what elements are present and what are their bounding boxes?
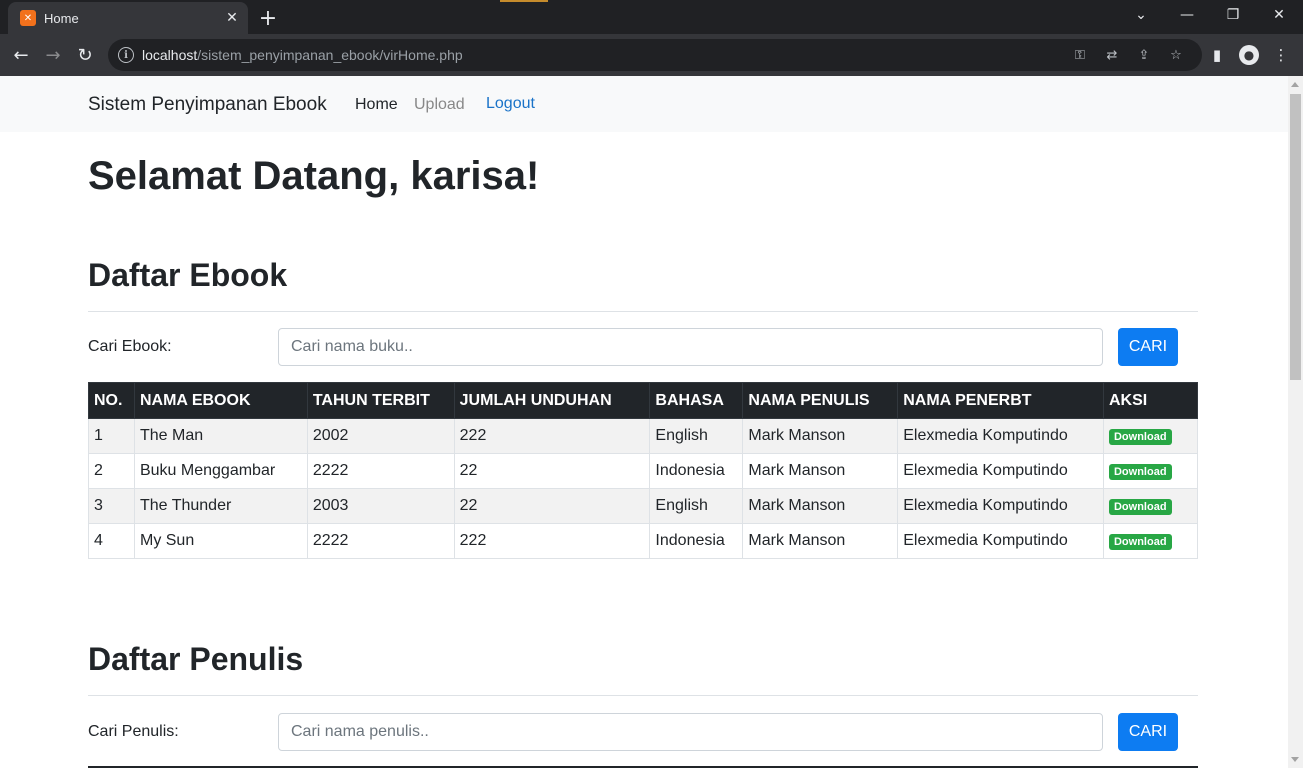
cell-tahun: 2003	[306, 488, 455, 524]
cell-aksi: Download	[1102, 453, 1199, 489]
cell-nama: Buku Menggambar	[133, 453, 308, 489]
cell-unduhan: 222	[453, 418, 651, 454]
cell-bahasa: English	[649, 418, 744, 454]
url-text: localhost/sistem_penyimpanan_ebook/virHo…	[142, 47, 463, 63]
page-viewport: Sistem Penyimpanan Ebook Home Upload Log…	[0, 76, 1288, 768]
close-tab-icon[interactable]: ✕	[222, 8, 242, 28]
cell-unduhan: 22	[453, 488, 651, 524]
table-row: 2 Buku Menggambar 2222 22 Indonesia Mark…	[88, 453, 1199, 489]
cell-penulis: Mark Manson	[742, 523, 899, 559]
cell-penerbit: Elexmedia Komputindo	[897, 488, 1104, 524]
nav-home[interactable]: Home	[355, 96, 398, 114]
cell-unduhan: 22	[453, 453, 651, 489]
translate-icon[interactable]: ⇄	[1104, 47, 1120, 63]
cell-bahasa: English	[649, 488, 744, 524]
column-header: TAHUN TERBIT	[306, 382, 455, 419]
share-icon[interactable]: ⇪	[1136, 47, 1152, 63]
cell-nama: The Man	[133, 418, 308, 454]
profile-icon[interactable]: ●	[1239, 45, 1259, 65]
column-header: NAMA EBOOK	[133, 382, 308, 419]
ebook-search-button[interactable]: CARI	[1118, 328, 1178, 366]
bookmark-star-icon[interactable]: ☆	[1168, 47, 1184, 63]
cell-aksi: Download	[1102, 488, 1199, 524]
table-row: 4 My Sun 2222 222 Indonesia Mark Manson …	[88, 523, 1199, 559]
column-header: JUMLAH UNDUHAN	[453, 382, 651, 419]
browser-tab-bar: ✕ Home ✕ + ⌄ — ❐ ✕	[0, 0, 1303, 34]
download-button[interactable]: Download	[1108, 464, 1172, 480]
scroll-down-arrow-icon[interactable]	[1291, 757, 1299, 762]
cell-no: 1	[88, 418, 135, 454]
penulis-search-label: Cari Penulis:	[88, 723, 179, 740]
download-button[interactable]: Download	[1108, 429, 1172, 445]
column-header: NAMA PENULIS	[742, 382, 899, 419]
tab-strip-accent	[500, 0, 548, 2]
column-header: AKSI	[1102, 382, 1199, 419]
key-icon[interactable]: ⚿	[1072, 47, 1088, 63]
nav-logout[interactable]: Logout	[486, 95, 535, 113]
divider	[88, 695, 1198, 696]
table-row: 3 The Thunder 2003 22 English Mark Manso…	[88, 488, 1199, 524]
cell-tahun: 2222	[306, 453, 455, 489]
browser-toolbar: ← → ↻ i localhost/sistem_penyimpanan_ebo…	[0, 34, 1303, 76]
cell-aksi: Download	[1102, 523, 1199, 559]
table-row: 1 The Man 2002 222 English Mark Manson E…	[88, 418, 1199, 454]
cell-aksi: Download	[1102, 418, 1199, 454]
tab-search-icon[interactable]: ⌄	[1118, 0, 1164, 30]
navbar-brand[interactable]: Sistem Penyimpanan Ebook	[88, 94, 327, 116]
cell-no: 4	[88, 523, 135, 559]
table-header-row: NO. NAMA EBOOK TAHUN TERBIT JUMLAH UNDUH…	[88, 382, 1199, 419]
cell-penulis: Mark Manson	[742, 488, 899, 524]
back-icon[interactable]: ←	[8, 42, 34, 68]
ebook-search-label: Cari Ebook:	[88, 338, 172, 355]
cell-bahasa: Indonesia	[649, 523, 744, 559]
cell-tahun: 2222	[306, 523, 455, 559]
cell-tahun: 2002	[306, 418, 455, 454]
divider	[88, 311, 1198, 312]
scroll-thumb[interactable]	[1290, 94, 1301, 380]
restore-icon[interactable]: ❐	[1210, 0, 1256, 30]
forward-icon[interactable]: →	[40, 42, 66, 68]
column-header: NAMA PENERBT	[897, 382, 1104, 419]
cell-penerbit: Elexmedia Komputindo	[897, 453, 1104, 489]
ebook-section-title: Daftar Ebook	[88, 257, 288, 293]
cell-no: 3	[88, 488, 135, 524]
penulis-section-title: Daftar Penulis	[88, 641, 304, 677]
page-scrollbar[interactable]	[1288, 76, 1303, 768]
new-tab-icon[interactable]: +	[256, 6, 280, 31]
download-button[interactable]: Download	[1108, 534, 1172, 550]
penulis-search-button[interactable]: CARI	[1118, 713, 1178, 751]
cell-penerbit: Elexmedia Komputindo	[897, 523, 1104, 559]
ebook-search-input[interactable]	[278, 328, 1103, 366]
ebook-table: NO. NAMA EBOOK TAHUN TERBIT JUMLAH UNDUH…	[88, 382, 1199, 559]
browser-tab[interactable]: ✕ Home ✕	[8, 2, 248, 34]
address-bar[interactable]: i localhost/sistem_penyimpanan_ebook/vir…	[108, 39, 1202, 71]
cell-nama: My Sun	[133, 523, 308, 559]
cell-penulis: Mark Manson	[742, 418, 899, 454]
column-header: NO.	[88, 382, 135, 419]
nav-upload[interactable]: Upload	[414, 96, 465, 114]
close-window-icon[interactable]: ✕	[1256, 0, 1302, 30]
cell-no: 2	[88, 453, 135, 489]
reload-icon[interactable]: ↻	[72, 42, 98, 68]
scroll-up-arrow-icon[interactable]	[1291, 82, 1299, 87]
site-info-icon[interactable]: i	[118, 47, 134, 63]
menu-icon[interactable]: ⋮	[1271, 45, 1291, 65]
cell-unduhan: 222	[453, 523, 651, 559]
penulis-search-input[interactable]	[278, 713, 1103, 751]
site-navbar: Sistem Penyimpanan Ebook Home Upload Log…	[0, 76, 1288, 132]
cell-penulis: Mark Manson	[742, 453, 899, 489]
side-panel-icon[interactable]: ▮	[1207, 45, 1227, 65]
minimize-icon[interactable]: —	[1164, 0, 1210, 30]
xampp-icon: ✕	[20, 10, 36, 26]
cell-nama: The Thunder	[133, 488, 308, 524]
cell-penerbit: Elexmedia Komputindo	[897, 418, 1104, 454]
download-button[interactable]: Download	[1108, 499, 1172, 515]
cell-bahasa: Indonesia	[649, 453, 744, 489]
tab-title: Home	[44, 10, 79, 26]
welcome-heading: Selamat Datang, karisa!	[88, 154, 540, 198]
column-header: BAHASA	[649, 382, 744, 419]
